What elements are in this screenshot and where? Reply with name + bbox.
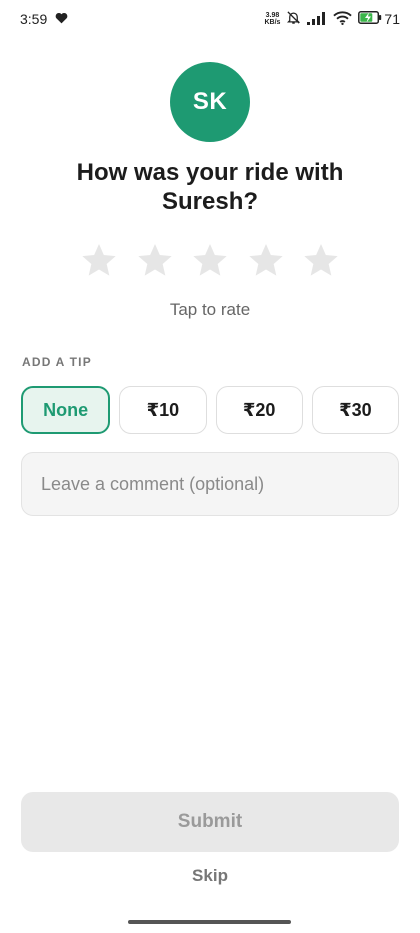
status-time: 3:59 bbox=[20, 11, 48, 27]
star-1[interactable] bbox=[78, 240, 120, 282]
star-icon bbox=[248, 244, 283, 276]
tip-option-30[interactable]: ₹30 bbox=[311, 386, 399, 434]
tip-section-label: ADD A TIP bbox=[22, 355, 92, 369]
star-icon bbox=[193, 244, 227, 276]
wifi-icon bbox=[333, 10, 353, 28]
tip-options: None ₹10 ₹20 ₹30 bbox=[21, 386, 399, 436]
battery: 71 bbox=[358, 11, 400, 27]
comment-input[interactable] bbox=[39, 472, 381, 496]
tip-option-none[interactable]: None bbox=[21, 386, 111, 434]
tip-option-10[interactable]: ₹10 bbox=[119, 386, 207, 434]
submit-button[interactable]: Submit bbox=[21, 792, 399, 852]
star-4[interactable] bbox=[245, 240, 287, 282]
heart-icon bbox=[55, 11, 68, 27]
tip-option-20[interactable]: ₹20 bbox=[215, 386, 303, 434]
skip-button[interactable]: Skip bbox=[0, 866, 420, 886]
rating-title: How was your ride with Suresh? bbox=[76, 159, 344, 215]
star-icon bbox=[137, 244, 172, 276]
comment-field-container bbox=[21, 452, 399, 516]
star-icon bbox=[304, 244, 338, 276]
battery-charging-icon bbox=[358, 11, 382, 27]
star-rating bbox=[78, 240, 342, 286]
signal-icon bbox=[307, 11, 327, 28]
battery-percent: 71 bbox=[384, 11, 400, 27]
network-speed-unit: KB/s bbox=[264, 19, 281, 26]
star-3[interactable] bbox=[189, 240, 231, 282]
star-icon bbox=[82, 244, 116, 276]
network-speed: 3.98 KB/s bbox=[264, 12, 280, 26]
status-left: 3:59 bbox=[20, 11, 68, 27]
status-bar: 3:59 3.98 KB/s 71 bbox=[0, 0, 420, 38]
driver-initials: SK bbox=[192, 88, 228, 115]
driver-avatar: SK bbox=[170, 62, 250, 142]
home-indicator[interactable] bbox=[128, 920, 291, 924]
rating-hint: Tap to rate bbox=[169, 300, 251, 319]
star-5[interactable] bbox=[300, 240, 342, 282]
star-2[interactable] bbox=[134, 240, 176, 282]
status-right: 3.98 KB/s 71 bbox=[264, 10, 400, 28]
bell-muted-icon bbox=[286, 10, 301, 28]
network-speed-value: 3.98 bbox=[265, 12, 280, 19]
